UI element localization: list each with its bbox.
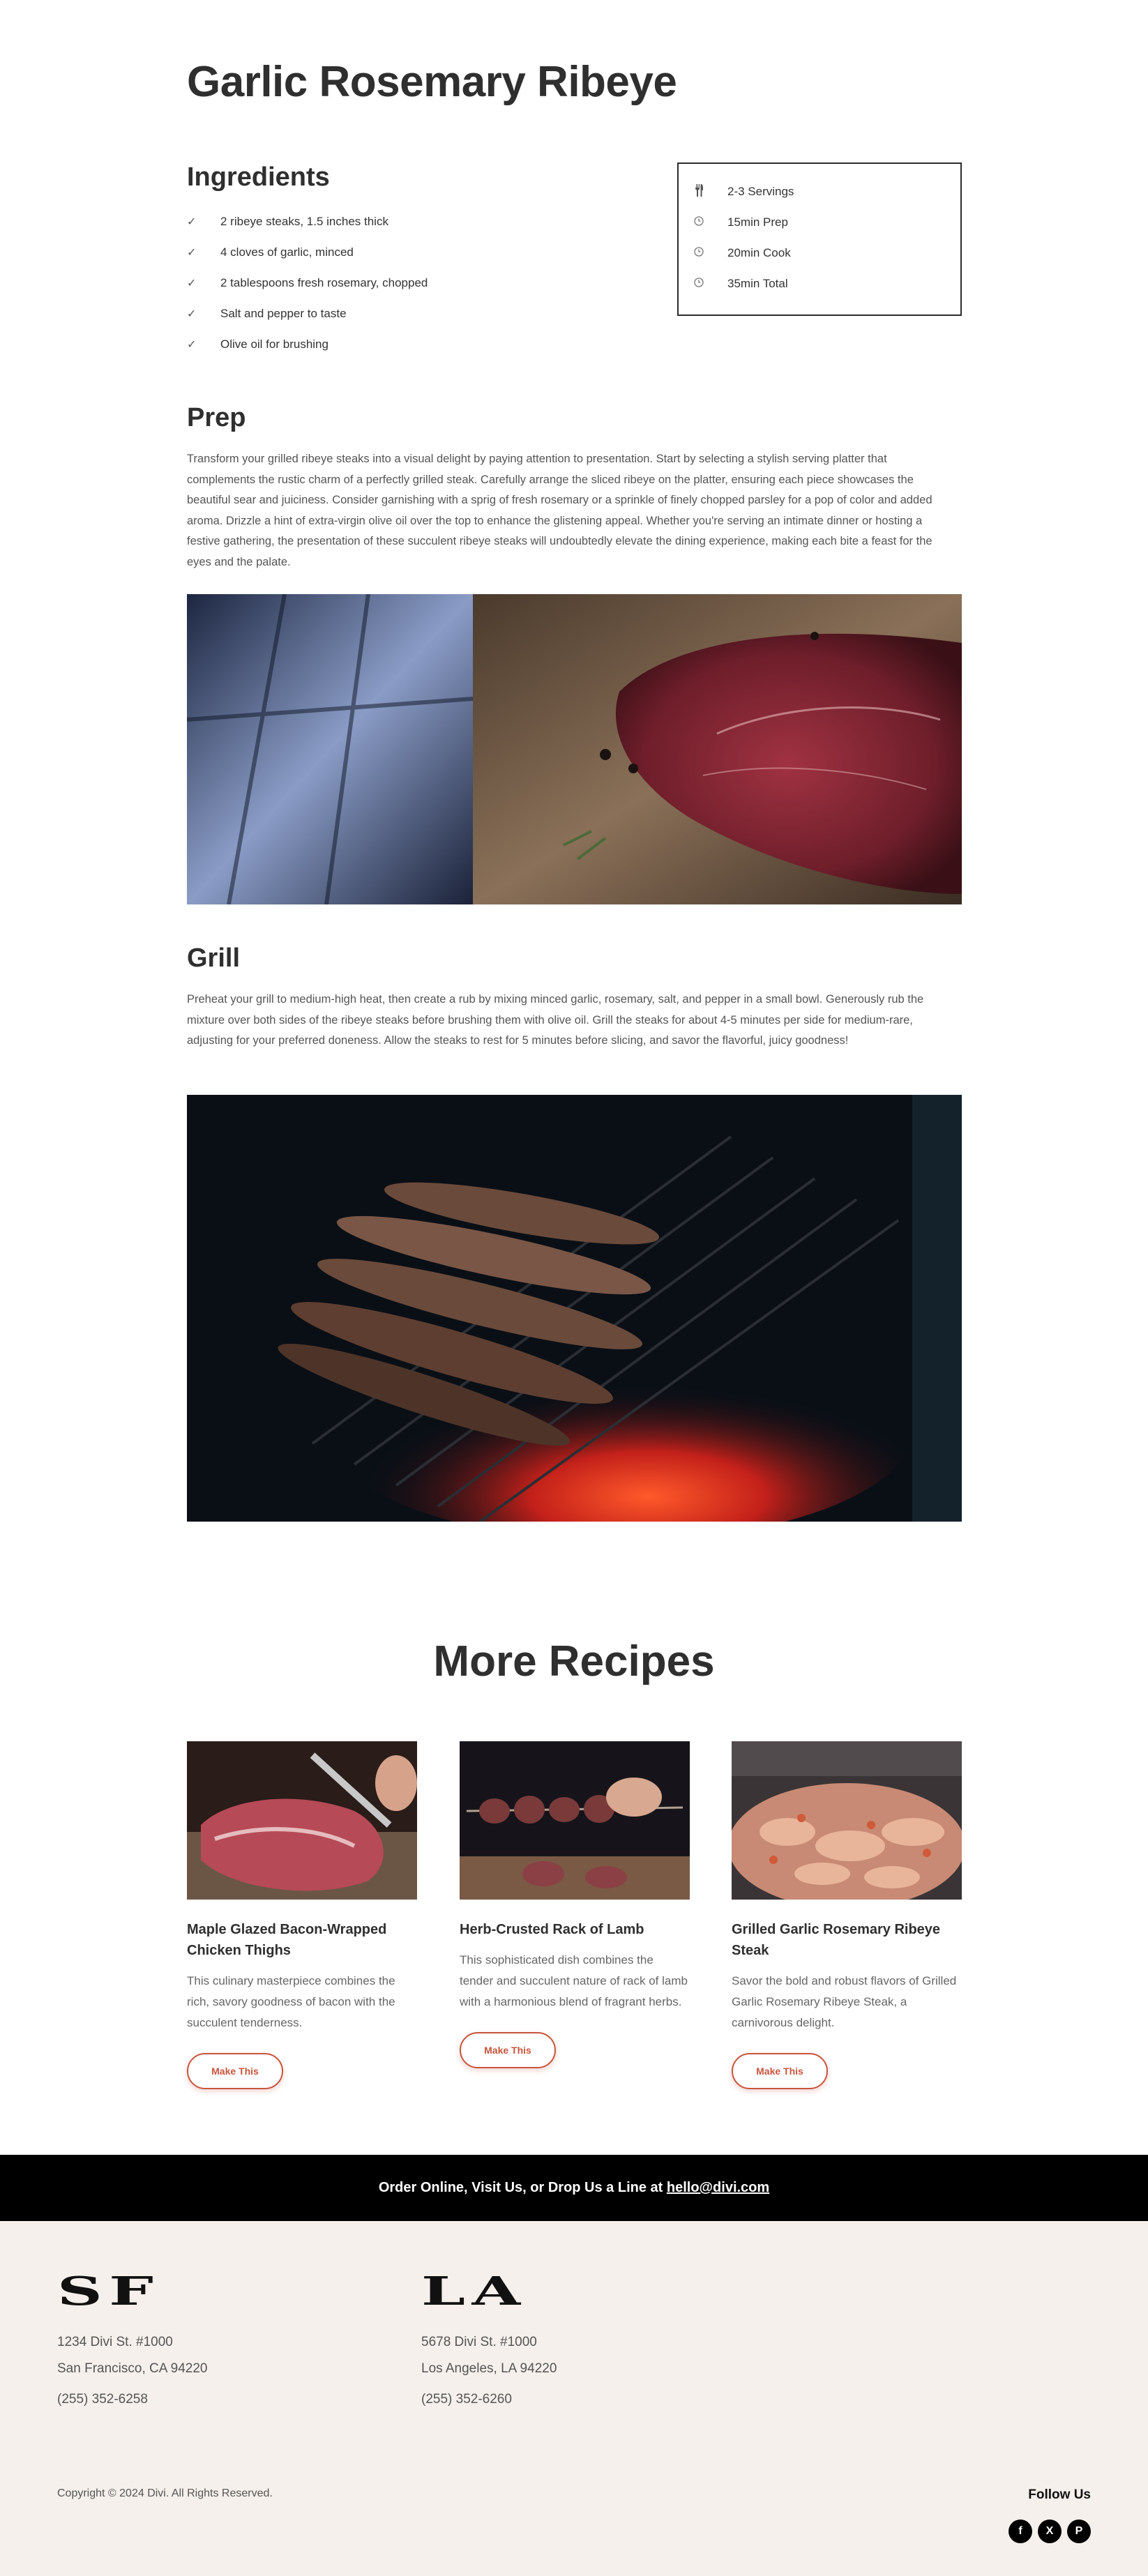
footer: SF 1234 Divi St. #1000 San Francisco, CA… xyxy=(0,2221,1148,2576)
recipe-card: Herb-Crusted Rack of Lamb This sophistic… xyxy=(460,1741,690,2068)
ingredient-item: ✓ 4 cloves of garlic, minced xyxy=(187,245,354,259)
recipe-title: Garlic Rosemary Ribeye xyxy=(187,58,677,106)
ingredient-item: ✓ 2 ribeye steaks, 1.5 inches thick xyxy=(187,215,388,228)
check-icon: ✓ xyxy=(187,247,197,259)
ingredient-item: ✓ 2 tablespoons fresh rosemary, chopped xyxy=(187,276,428,289)
ingredients-list: ✓ 2 ribeye steaks, 1.5 inches thick ✓ 4 cl… xyxy=(187,206,428,360)
clock-icon xyxy=(694,247,727,259)
email-link[interactable]: hello@divi.com xyxy=(667,2180,769,2195)
utensils-icon xyxy=(694,184,727,199)
recipe-card-image[interactable] xyxy=(732,1741,962,1900)
make-this-button[interactable]: Make This xyxy=(460,2032,556,2068)
ingredients-heading: Ingredients xyxy=(187,162,330,192)
sf-logo: SF xyxy=(57,2268,160,2314)
prep-heading: Prep xyxy=(187,403,246,432)
prep-text: Transform your grilled ribeye steaks int… xyxy=(187,453,932,568)
make-this-button[interactable]: Make This xyxy=(732,2053,828,2089)
recipe-card: Maple Glazed Bacon-Wrapped Chicken Thigh… xyxy=(187,1741,417,2089)
sf-address: 1234 Divi St. #1000 San Francisco, CA 94… xyxy=(57,2335,208,2376)
la-phone[interactable]: (255) 352-6260 xyxy=(421,2392,512,2407)
ingredient-item: ✓ Salt and pepper to taste xyxy=(187,307,347,320)
check-icon: ✓ xyxy=(187,339,197,351)
order-bar: Order Online, Visit Us, or Drop Us a Lin… xyxy=(0,2155,1148,2221)
more-recipes-heading: More Recipes xyxy=(433,1637,715,1685)
recipe-card-desc: Savor the bold and robust flavors of Gri… xyxy=(732,1974,957,2029)
sf-phone[interactable]: (255) 352-6258 xyxy=(57,2392,148,2407)
info-total: 35min Total xyxy=(694,268,960,299)
ingredient-item: ✓ Olive oil for brushing xyxy=(187,338,328,351)
recipe-card-image[interactable] xyxy=(187,1741,417,1900)
recipe-card-title[interactable]: Grilled Garlic Rosemary Ribeye Steak xyxy=(732,1919,962,1961)
grill-heading: Grill xyxy=(187,944,241,973)
la-address: 5678 Divi St. #1000 Los Angeles, LA 9422… xyxy=(421,2335,557,2376)
info-servings: 2-3 Servings xyxy=(694,176,960,207)
info-prep: 15min Prep xyxy=(694,207,960,238)
grill-text: Preheat your grill to medium-high heat, … xyxy=(187,993,924,1047)
clock-icon xyxy=(694,216,727,229)
grill-photo xyxy=(187,1095,962,1522)
recipe-card-desc: This sophisticated dish combines the ten… xyxy=(460,1953,688,2008)
check-icon: ✓ xyxy=(187,308,197,320)
facebook-icon[interactable]: f xyxy=(1009,2520,1032,2543)
pinterest-icon[interactable]: P xyxy=(1067,2520,1091,2543)
social-links: f X P xyxy=(1009,2520,1091,2543)
recipe-card-title[interactable]: Herb-Crusted Rack of Lamb xyxy=(460,1919,690,1940)
check-icon: ✓ xyxy=(187,216,197,228)
recipe-card-image[interactable] xyxy=(460,1741,690,1900)
la-logo: LA xyxy=(421,2268,527,2314)
prep-photo xyxy=(187,594,962,904)
recipe-card-title[interactable]: Maple Glazed Bacon-Wrapped Chicken Thigh… xyxy=(187,1919,417,1961)
order-bar-text: Order Online, Visit Us, or Drop Us a Lin… xyxy=(378,2180,667,2195)
make-this-button[interactable]: Make This xyxy=(187,2053,283,2089)
recipe-card: Grilled Garlic Rosemary Ribeye Steak Sav… xyxy=(732,1741,962,2089)
recipe-card-desc: This culinary masterpiece combines the r… xyxy=(187,1974,395,2029)
follow-us-label: Follow Us xyxy=(1028,2487,1091,2502)
check-icon: ✓ xyxy=(187,278,197,289)
recipe-info-box: 2-3 Servings 15min Prep 20min Cook 35min… xyxy=(677,162,962,316)
clock-icon xyxy=(694,278,727,290)
copyright: Copyright © 2024 Divi. All Rights Reserv… xyxy=(57,2487,273,2499)
info-cook: 20min Cook xyxy=(694,238,960,268)
x-icon[interactable]: X xyxy=(1038,2520,1062,2543)
